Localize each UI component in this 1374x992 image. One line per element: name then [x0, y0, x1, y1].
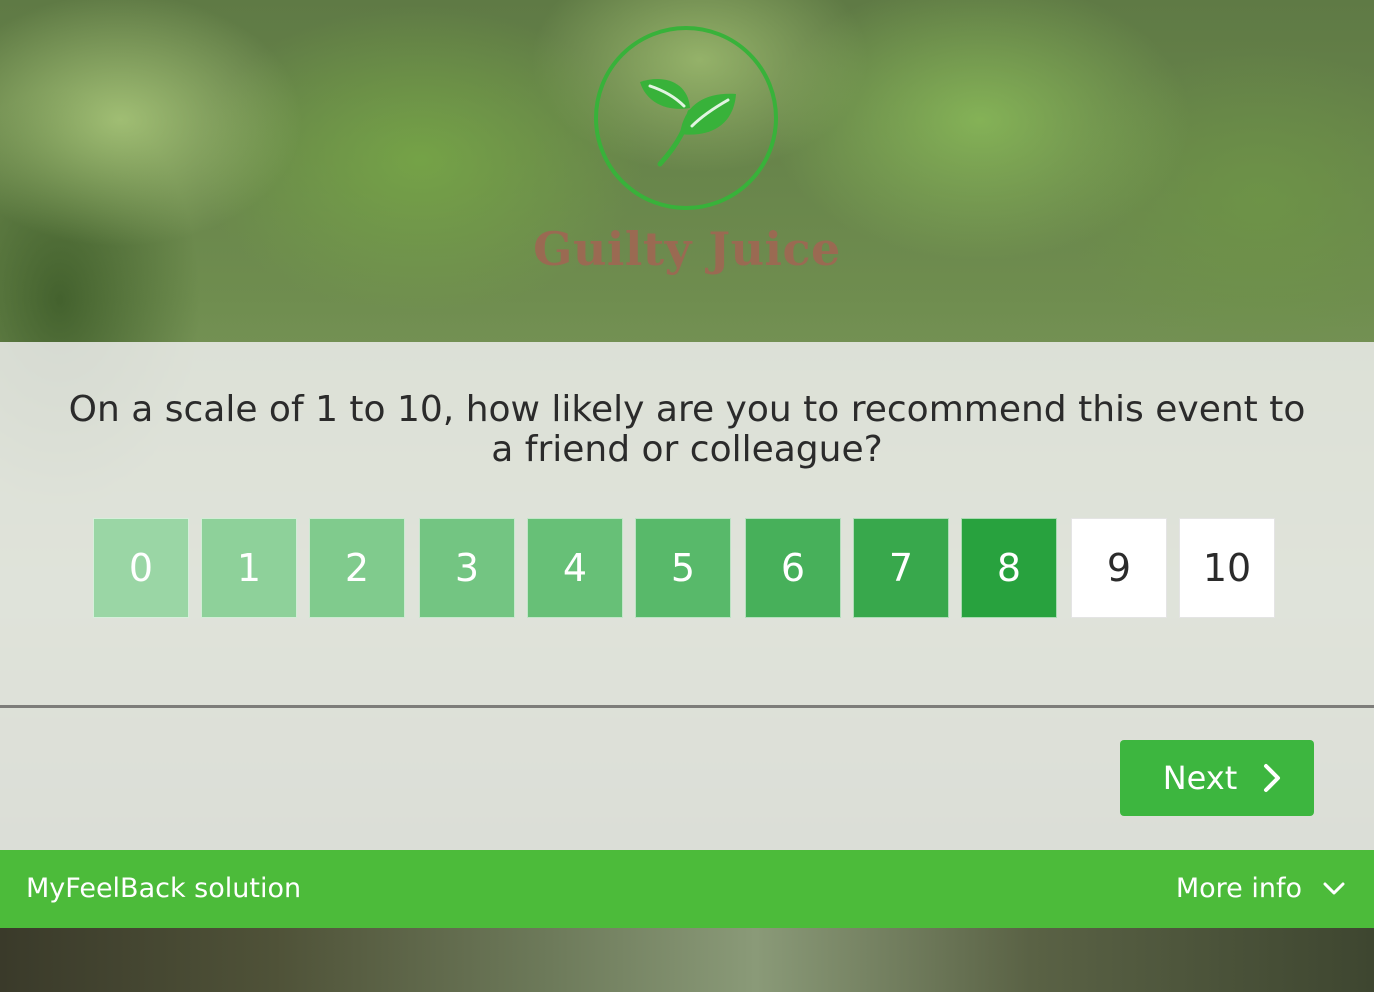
- scale-option-9[interactable]: 9: [1071, 518, 1167, 618]
- divider: [0, 705, 1374, 708]
- scale-option-4[interactable]: 4: [527, 518, 623, 618]
- scale-option-3[interactable]: 3: [419, 518, 515, 618]
- nps-scale: 0 1 2 3 4 5 6 7 8 9 10: [93, 518, 1283, 620]
- scale-option-1[interactable]: 1: [201, 518, 297, 618]
- next-button-label: Next: [1162, 759, 1238, 797]
- brand-logo: [594, 26, 778, 210]
- scale-option-7[interactable]: 7: [853, 518, 949, 618]
- scale-option-6[interactable]: 6: [745, 518, 841, 618]
- scale-option-5[interactable]: 5: [635, 518, 731, 618]
- scale-option-8[interactable]: 8: [961, 518, 1057, 618]
- leaf-icon: [640, 79, 736, 167]
- background-photo-strip: [0, 928, 1374, 992]
- scale-option-10[interactable]: 10: [1179, 518, 1275, 618]
- chevron-down-icon: [1323, 882, 1345, 894]
- solution-label: MyFeelBack solution: [26, 873, 302, 904]
- next-button[interactable]: Next: [1120, 740, 1314, 816]
- more-info-label: More info: [1175, 873, 1302, 904]
- footer-bar: MyFeelBack solution More info: [0, 850, 1374, 928]
- survey-header: Guilty Juice: [0, 0, 1374, 342]
- survey-question: On a scale of 1 to 10, how likely are yo…: [68, 389, 1306, 470]
- brand-name: Guilty Juice: [533, 222, 841, 276]
- chevron-right-icon: [1264, 764, 1281, 792]
- scale-option-2[interactable]: 2: [309, 518, 405, 618]
- scale-option-0[interactable]: 0: [93, 518, 189, 618]
- more-info-toggle[interactable]: More info: [1176, 873, 1346, 904]
